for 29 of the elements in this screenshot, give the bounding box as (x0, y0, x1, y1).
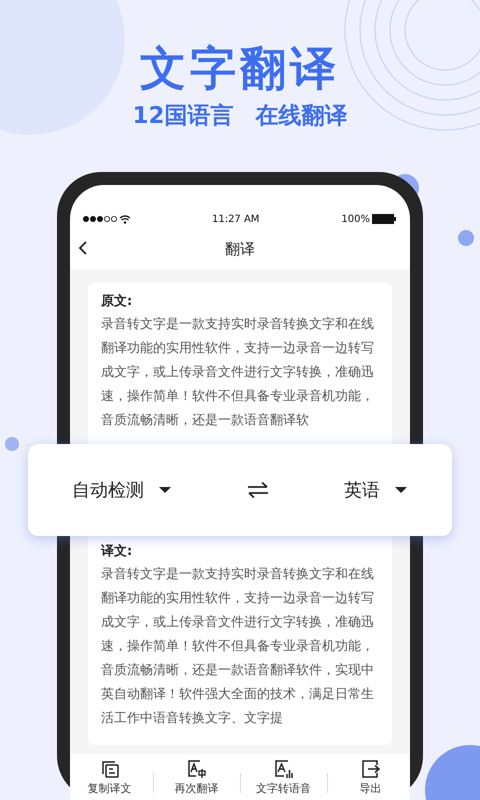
back-button[interactable] (78, 240, 88, 256)
target-language-dropdown[interactable]: 英语 (344, 478, 408, 502)
swap-button[interactable] (247, 481, 269, 499)
source-text: 录音转文字是一款支持实时录音转换文字和在线翻译功能的实用性软件，支持一边录音一边转写成文字，或上传录音文件进行文字转换，准确迅速，操作简单！软件不但具备专业录音机功能，音质流畅清晰，还是一款语音翻译软 (101, 316, 375, 430)
translation-label: 译文: (101, 542, 134, 561)
battery-percent: 100% (341, 214, 370, 224)
subtitle: 12国语言 (132, 102, 234, 131)
text-to-speech-icon (274, 759, 294, 779)
export-icon (360, 759, 380, 779)
toolbar-button[interactable]: 导出 (334, 759, 406, 796)
toolbar-button[interactable]: 文字转语音 (248, 759, 320, 796)
translate-icon (186, 759, 206, 779)
translation-text: 录音转文字是一款支持实时录音转换文字和在线翻译功能的实用性软件，支持一边录音一边转写成文字，或上传录音文件进行文字转换，准确迅速，操作简单！软件不但具备专业录音机功能，音质流畅清晰，还是一款语音翻译软件，实现中英自动翻译！软件强大全面的技术，满足日常生活工作中语音转换文字、文字提 (101, 566, 375, 728)
decor-dot (458, 230, 474, 246)
source-label: 原文: (101, 292, 134, 311)
page-title: 翻译 (225, 240, 255, 258)
copy-icon (100, 759, 120, 779)
headline: 文字翻译 (140, 40, 340, 97)
decor-dot (5, 437, 19, 451)
caret-icon (158, 486, 172, 494)
toolbar-button[interactable]: 再次翻译 (160, 759, 232, 796)
signal-icon (82, 214, 130, 224)
toolbar-button[interactable]: 复制译文 (74, 759, 146, 796)
battery-icon (372, 214, 396, 224)
subtitle: 在线翻译 (256, 102, 348, 131)
source-language-dropdown[interactable]: 自动检测 (72, 478, 172, 502)
status-time: 11:27 AM (212, 214, 260, 224)
caret-icon (394, 486, 408, 494)
swap-icon (247, 481, 269, 499)
